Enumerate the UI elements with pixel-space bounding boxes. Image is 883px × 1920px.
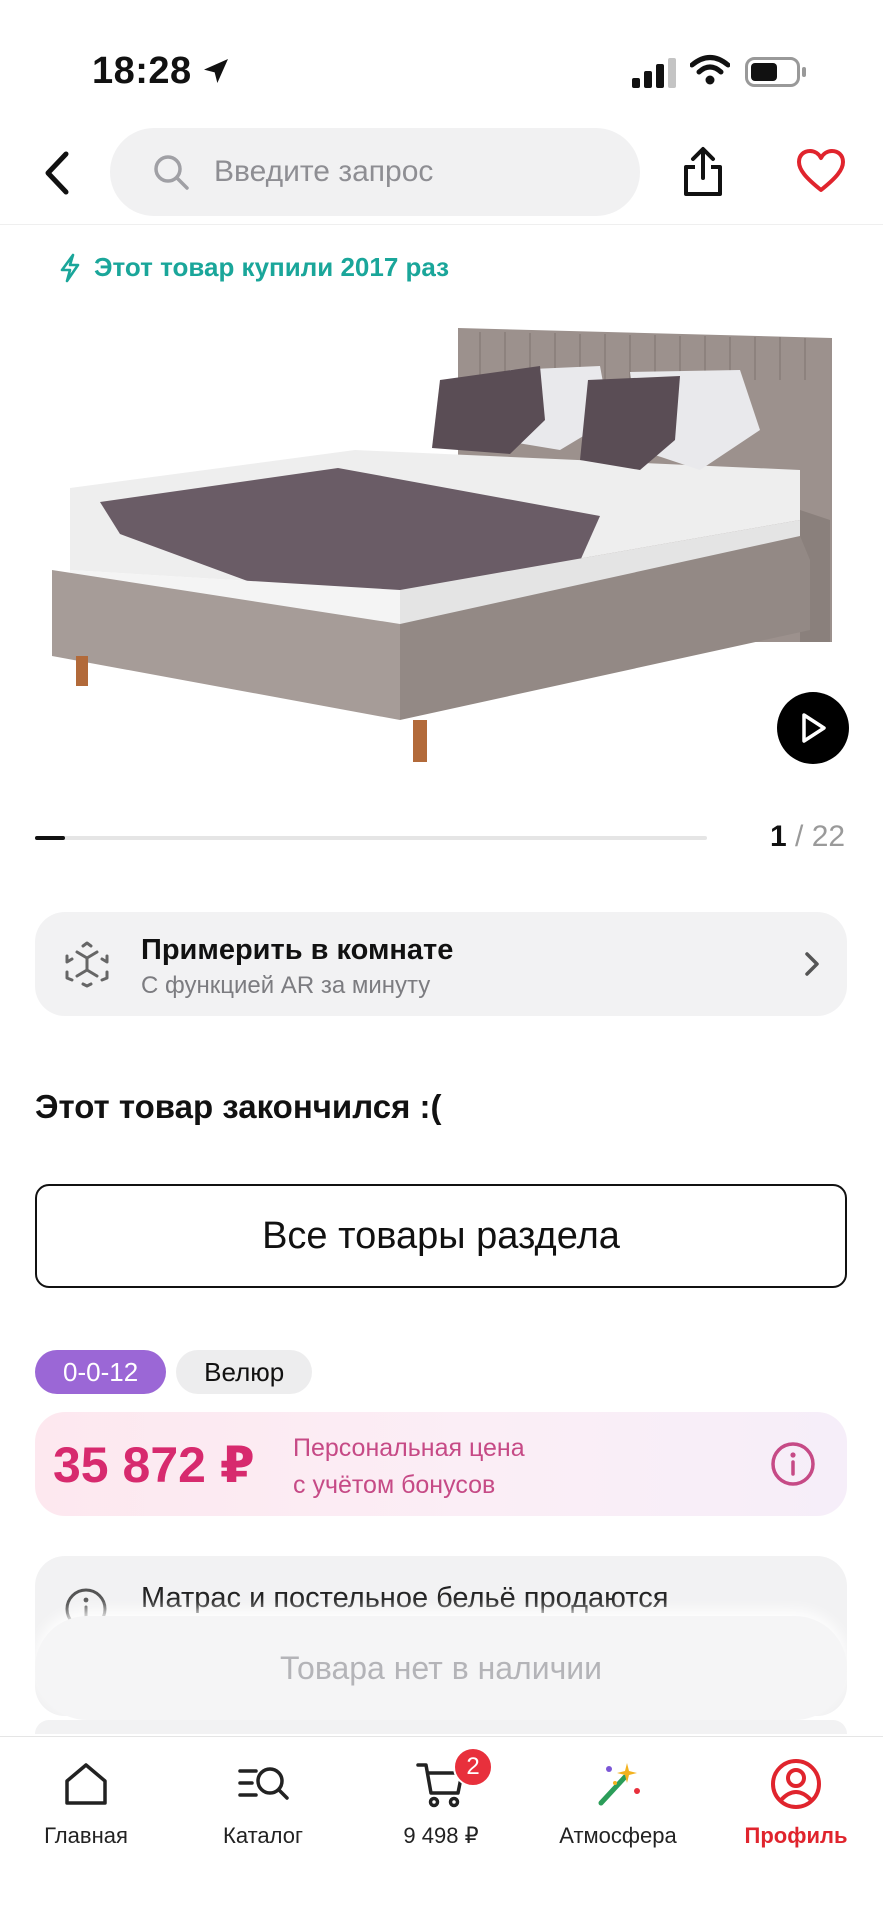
nav-atmosphere-label: Атмосфера <box>559 1823 677 1848</box>
nav-catalog[interactable]: Каталог <box>183 1757 343 1849</box>
profile-icon <box>771 1759 821 1809</box>
price-note-line2: с учётом бонусов <box>293 1471 496 1499</box>
cellular-signal-icon <box>632 58 676 88</box>
chevron-right-icon <box>805 952 819 976</box>
cart-badge: 2 <box>453 1747 493 1787</box>
bought-count-text: Этот товар купили 2017 раз <box>94 252 450 282</box>
installment-tag[interactable]: 0-0-12 <box>35 1350 167 1394</box>
gallery-page-counter: 1 / 22 <box>770 820 845 854</box>
status-time: 18:28 <box>92 50 192 92</box>
video-play-button[interactable] <box>777 692 849 764</box>
nav-home-label: Главная <box>44 1823 128 1848</box>
ar-subtitle: С функцией AR за минуту <box>141 972 431 999</box>
location-arrow-icon <box>204 59 228 83</box>
ar-try-in-room-card[interactable]: Примерить в комнате С функцией AR за мин… <box>35 912 847 1016</box>
top-divider <box>0 224 883 225</box>
search-placeholder: Введите запрос <box>214 155 434 188</box>
material-tag[interactable]: Велюр <box>176 1350 313 1394</box>
battery-icon <box>745 57 806 87</box>
catalog-icon <box>238 1767 289 1800</box>
nav-catalog-label: Каталог <box>223 1823 303 1848</box>
search-icon <box>154 155 189 190</box>
bottom-navigation: Главная Каталог 2 9 498 ₽ Атмосфера Проф… <box>0 1736 883 1920</box>
wifi-icon <box>690 55 730 85</box>
price-note: Персональная цена с учётом бонусов <box>293 1430 525 1504</box>
card-edge <box>35 1720 847 1734</box>
magic-wand-icon <box>598 1763 640 1806</box>
lightning-icon <box>60 253 80 282</box>
all-section-products-button[interactable]: Все товары раздела <box>35 1184 847 1288</box>
nav-cart-label: 9 498 ₽ <box>403 1823 479 1848</box>
info-icon[interactable] <box>769 1440 817 1488</box>
gallery-progress-track <box>35 836 707 840</box>
share-icon[interactable] <box>680 146 726 198</box>
product-gallery[interactable]: Этот товар купили 2017 раз <box>0 230 883 790</box>
nav-profile-label: Профиль <box>744 1823 848 1848</box>
nav-cart[interactable]: 2 9 498 ₽ <box>361 1747 521 1849</box>
price-card: 35 872 ₽ Персональная цена с учётом бону… <box>35 1412 847 1516</box>
price-value: 35 872 ₽ <box>53 1437 255 1493</box>
price-note-line1: Персональная цена <box>293 1434 525 1462</box>
bed-product-image <box>52 328 832 762</box>
gallery-progress-fill <box>35 836 66 840</box>
sold-out-message: Этот товар закончился :( <box>35 1088 442 1125</box>
top-bar: Введите запрос <box>0 128 883 220</box>
status-bar: 18:28 <box>0 0 883 130</box>
back-icon[interactable] <box>36 148 82 198</box>
play-icon <box>802 713 826 743</box>
gallery-separator: / <box>795 820 804 853</box>
out-of-stock-button[interactable]: Товара нет в наличии <box>35 1616 847 1720</box>
nav-atmosphere[interactable]: Атмосфера <box>538 1757 698 1849</box>
product-tags: 0-0-12 Велюр <box>35 1350 322 1394</box>
favorite-heart-icon[interactable] <box>796 148 846 194</box>
search-input[interactable]: Введите запрос <box>110 128 640 216</box>
ar-title: Примерить в комнате <box>141 934 454 966</box>
info-text: Матрас и постельное бельё продаются <box>141 1582 669 1614</box>
gallery-total: 22 <box>811 820 846 853</box>
bought-count-badge: Этот товар купили 2017 раз <box>58 252 449 283</box>
home-icon <box>65 1763 107 1805</box>
gallery-current: 1 <box>770 820 787 853</box>
nav-profile[interactable]: Профиль <box>716 1757 876 1849</box>
nav-home[interactable]: Главная <box>6 1757 166 1849</box>
ar-cube-icon <box>65 941 109 988</box>
